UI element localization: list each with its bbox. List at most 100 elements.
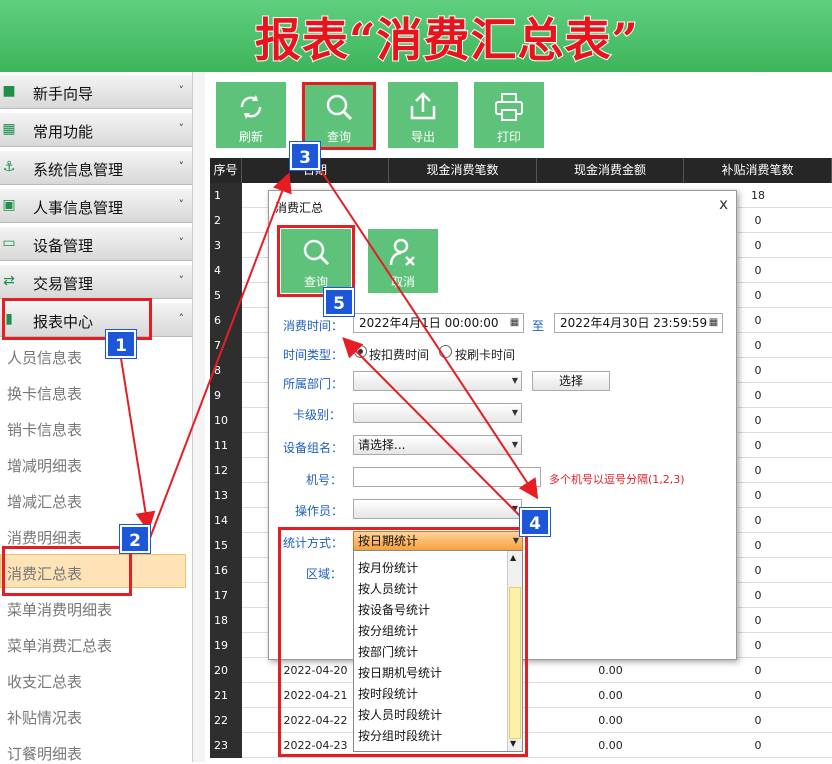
highlight-dialog-query: [277, 225, 355, 297]
card-level-select[interactable]: ▼: [353, 403, 522, 423]
print-label: 打印: [496, 130, 521, 144]
row-number-cell: 12: [210, 458, 242, 483]
sidebar-item-income-expense[interactable]: 收支汇总表: [7, 671, 82, 692]
sidebar-item-menu-detail[interactable]: 菜单消费明细表: [7, 599, 112, 620]
subsidy-count-cell: 0: [754, 689, 762, 702]
cash-amount-cell: 0.00: [598, 739, 623, 752]
menu-trade[interactable]: ⇄ 交易管理 ˅: [0, 265, 192, 299]
row-number-cell: 15: [210, 533, 242, 558]
sidebar-item-card-change[interactable]: 换卡信息表: [7, 383, 82, 404]
row-number-cell: 22: [210, 708, 242, 733]
row-number-cell: 10: [210, 408, 242, 433]
radio-deduct[interactable]: [354, 345, 367, 358]
col-header[interactable]: 补贴消费笔数: [684, 158, 832, 183]
step-badge-2: 2: [119, 524, 151, 554]
sidebar-item-change-summary[interactable]: 增减汇总表: [7, 491, 82, 512]
time-label: 消费时间：: [283, 319, 344, 333]
menu-device[interactable]: ▭ 设备管理 ˅: [0, 227, 192, 261]
anchor-icon: ⚓: [2, 159, 16, 175]
select-button[interactable]: 选择: [532, 371, 610, 391]
menu-system[interactable]: ⚓ 系统信息管理 ˅: [0, 151, 192, 185]
print-button[interactable]: 打印: [474, 82, 544, 148]
subsidy-count-cell: 0: [754, 739, 762, 752]
calendar-icon[interactable]: ▦: [508, 316, 521, 330]
chevron-down-icon: ˅: [178, 236, 185, 249]
sidebar: ■ 新手向导 ˅ ▦ 常用功能 ˅ ⚓ 系统信息管理 ˅ ▣ 人事信息管理 ˅ ▭ 设备管理 ˅ ⇄…: [0, 72, 193, 762]
sidebar-item-menu-summary[interactable]: 菜单消费汇总表: [7, 635, 112, 656]
row-number-cell: 18: [210, 608, 242, 633]
col-header[interactable]: 现金消费笔数: [389, 158, 537, 183]
row-number-cell: 20: [210, 658, 242, 683]
col-header[interactable]: 现金消费金额: [537, 158, 684, 183]
close-icon[interactable]: x: [719, 195, 728, 213]
radio-swipe[interactable]: [439, 345, 452, 358]
calendar-icon[interactable]: ▦: [707, 316, 720, 330]
col-header[interactable]: 序号: [210, 158, 242, 183]
dept-select[interactable]: ▼: [353, 371, 522, 391]
panel-splitter[interactable]: [193, 72, 205, 762]
radio-dot: [358, 349, 363, 354]
end-time-field[interactable]: 2022年4月30日 23:59:59 ▦: [554, 313, 723, 333]
dropdown-arrow-icon: ▼: [511, 440, 518, 449]
refresh-icon: [240, 95, 262, 119]
step-badge-5: 5: [323, 287, 355, 317]
radio-deduct-label[interactable]: 按扣费时间: [369, 346, 429, 363]
step-badge-1: 1: [105, 329, 137, 359]
highlight-stat-method: [278, 527, 528, 757]
cash-amount-cell: 0.00: [598, 664, 623, 677]
start-time-field[interactable]: 2022年4月1日 00:00:00 ▦: [353, 313, 524, 333]
monitor-icon: ▭: [2, 235, 16, 251]
sidebar-item-meal-order[interactable]: 订餐明细表: [7, 743, 82, 764]
menu-label: 交易管理: [33, 275, 94, 293]
operator-select[interactable]: ▼: [353, 499, 522, 519]
machine-hint: 多个机号以逗号分隔(1,2,3): [549, 473, 685, 486]
radio-swipe-label[interactable]: 按刷卡时间: [455, 346, 515, 363]
subsidy-count-cell: 0: [754, 714, 762, 727]
chevron-down-icon: ˅: [178, 122, 185, 135]
card-level-label: 卡级别：: [293, 408, 342, 422]
row-number-cell: 16: [210, 558, 242, 583]
chevron-down-icon: ˅: [178, 198, 185, 211]
cash-amount-cell: 0.00: [598, 714, 623, 727]
row-number-cell: 3: [210, 233, 242, 258]
machine-input[interactable]: [353, 467, 541, 487]
menu-label: 常用功能: [33, 123, 94, 141]
sidebar-item-change-detail[interactable]: 增减明细表: [7, 455, 82, 476]
row-number-cell: 6: [210, 308, 242, 333]
chevron-up-icon: ˄: [178, 312, 185, 325]
dropdown-arrow-icon: ▼: [511, 376, 518, 385]
print-icon: [495, 93, 523, 121]
device-group-select[interactable]: 请选择... ▼: [353, 435, 522, 455]
sidebar-item-consume-detail[interactable]: 消费明细表: [7, 527, 82, 548]
banner-title: 报表“消费汇总表”: [254, 12, 639, 68]
sidebar-item-person-info[interactable]: 人员信息表: [7, 347, 82, 368]
menu-hr[interactable]: ▣ 人事信息管理 ˅: [0, 189, 192, 223]
row-number-cell: 9: [210, 383, 242, 408]
cash-amount-cell: 0.00: [598, 689, 623, 702]
dialog-cancel-label: 取消: [390, 275, 415, 289]
row-number-cell: 5: [210, 283, 242, 308]
row-number-cell: 2: [210, 208, 242, 233]
step-badge-4: 4: [519, 507, 551, 537]
refresh-button[interactable]: 刷新: [216, 82, 286, 148]
step-badge-3: 3: [289, 141, 321, 171]
chevron-down-icon: ˅: [178, 274, 185, 287]
id-card-icon: ▣: [2, 197, 16, 213]
sidebar-item-subsidy[interactable]: 补贴情况表: [7, 707, 82, 728]
book-icon: ■: [2, 83, 16, 99]
export-icon: [410, 92, 436, 120]
chevron-down-icon: ˅: [178, 84, 185, 97]
end-time-value: 2022年4月30日 23:59:59: [560, 316, 708, 330]
highlight-query-button: [302, 82, 376, 150]
dialog-cancel-button[interactable]: 取消: [368, 229, 438, 293]
row-number-cell: 13: [210, 483, 242, 508]
row-number-cell: 19: [210, 633, 242, 658]
device-group-label: 设备组名：: [283, 441, 344, 455]
sidebar-item-card-cancel[interactable]: 销卡信息表: [7, 419, 82, 440]
row-number-cell: 8: [210, 358, 242, 383]
export-button[interactable]: 导出: [388, 82, 458, 148]
menu-common[interactable]: ▦ 常用功能 ˅: [0, 113, 192, 147]
menu-guide[interactable]: ■ 新手向导 ˅: [0, 75, 192, 109]
cancel-user-icon: [389, 238, 415, 266]
chevron-down-icon: ˅: [178, 160, 185, 173]
